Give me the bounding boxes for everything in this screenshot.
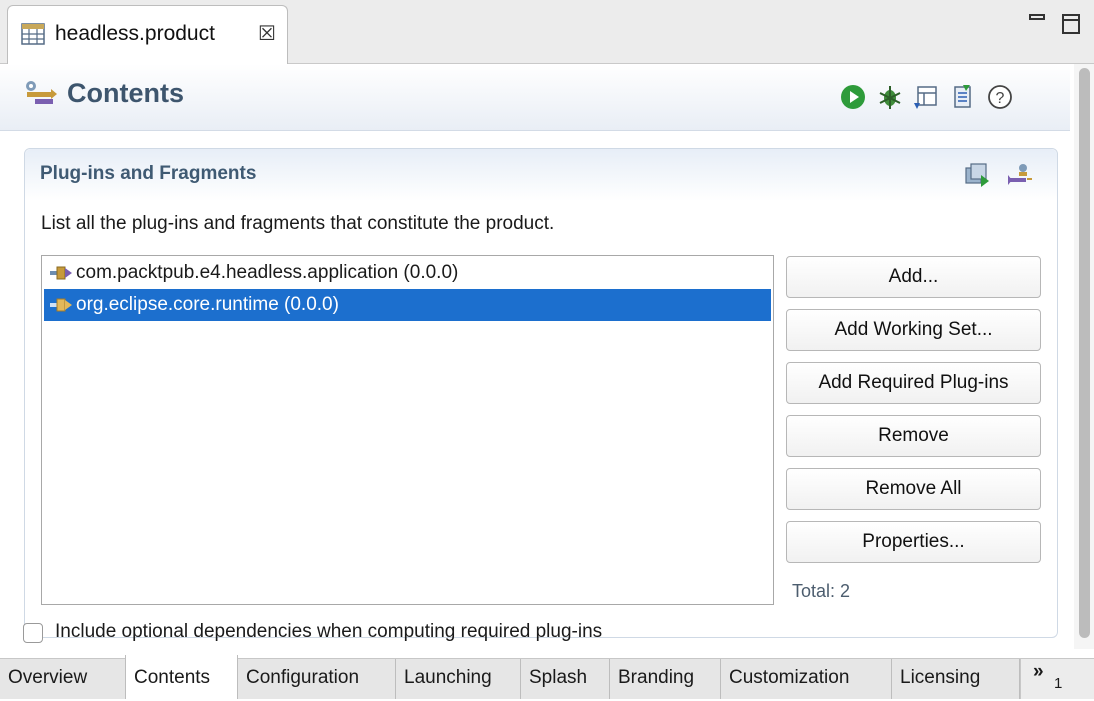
tab-overview[interactable]: Overview: [0, 659, 126, 699]
export-wizard-icon[interactable]: [912, 83, 940, 111]
more-tabs-button[interactable]: » 1: [1020, 659, 1094, 699]
list-item[interactable]: com.packtpub.e4.headless.application (0.…: [44, 257, 771, 289]
maximize-icon[interactable]: [1062, 14, 1080, 34]
add-plugin-icon[interactable]: [963, 161, 991, 189]
svg-text:?: ?: [996, 90, 1005, 107]
plugin-dependency-icon[interactable]: [1006, 161, 1034, 189]
scrollbar-thumb[interactable]: [1079, 68, 1090, 638]
run-icon[interactable]: [839, 83, 867, 111]
plugin-icon: [50, 265, 74, 286]
plugins-icon: [23, 79, 57, 114]
tab-contents[interactable]: Contents: [125, 655, 238, 699]
properties-button[interactable]: Properties...: [786, 521, 1041, 563]
plugin-icon: [50, 297, 74, 318]
page-title: Contents: [67, 78, 184, 108]
debug-icon[interactable]: [876, 83, 904, 111]
plugins-section: Plug-ins and Fragments List all the plug…: [24, 148, 1058, 638]
section-description: List all the plug-ins and fragments that…: [41, 213, 555, 234]
section-header: Plug-ins and Fragments: [25, 149, 1057, 201]
editor-tab-strip: headless.product ☒: [0, 0, 1094, 64]
remove-all-button[interactable]: Remove All: [786, 468, 1041, 510]
form-header: Contents ?: [0, 64, 1070, 131]
list-item-label: com.packtpub.e4.headless.application (0.…: [76, 262, 459, 283]
list-item-label: org.eclipse.core.runtime (0.0.0): [76, 294, 339, 315]
product-file-icon: [21, 23, 45, 50]
tab-licensing[interactable]: Licensing: [892, 659, 1020, 699]
include-optional-label: Include optional dependencies when compu…: [55, 621, 603, 642]
tab-launching[interactable]: Launching: [396, 659, 521, 699]
remove-button[interactable]: Remove: [786, 415, 1041, 457]
include-optional-checkbox[interactable]: [23, 623, 43, 643]
close-icon[interactable]: ☒: [258, 21, 276, 46]
more-tabs-count: 1: [1054, 675, 1063, 692]
add-button[interactable]: Add...: [786, 256, 1041, 298]
page-tabs: Overview Contents Configuration Launchin…: [0, 655, 1094, 699]
section-title: Plug-ins and Fragments: [40, 163, 257, 184]
minimize-icon[interactable]: [1029, 14, 1045, 20]
add-required-plugins-button[interactable]: Add Required Plug-ins: [786, 362, 1041, 404]
chevron-double-right-icon: »: [1033, 661, 1044, 682]
tab-configuration[interactable]: Configuration: [238, 659, 396, 699]
vertical-scrollbar[interactable]: [1074, 64, 1094, 649]
add-working-set-button[interactable]: Add Working Set...: [786, 309, 1041, 351]
total-count: Total: 2: [792, 581, 851, 601]
launch-config-icon[interactable]: [948, 83, 976, 111]
editor-tab[interactable]: headless.product ☒: [7, 5, 288, 64]
tab-customization[interactable]: Customization: [721, 659, 892, 699]
help-icon[interactable]: ?: [986, 83, 1014, 111]
plugins-list[interactable]: com.packtpub.e4.headless.application (0.…: [41, 255, 774, 605]
tab-splash[interactable]: Splash: [521, 659, 610, 699]
list-item-selected[interactable]: org.eclipse.core.runtime (0.0.0): [44, 289, 771, 321]
editor-tab-title: headless.product: [55, 22, 215, 45]
tab-branding[interactable]: Branding: [610, 659, 721, 699]
